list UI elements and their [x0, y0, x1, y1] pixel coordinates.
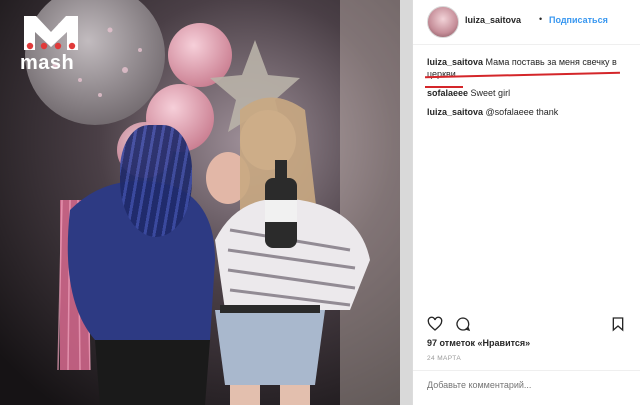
- logo-m-icon: [24, 16, 78, 50]
- comment-icon[interactable]: [455, 316, 471, 332]
- bookmark-icon[interactable]: [610, 316, 626, 332]
- comment-item: sofalaeee Sweet girl: [427, 87, 632, 99]
- mash-logo: mash: [20, 10, 82, 74]
- likes-count[interactable]: 97 отметок «Нравится»: [427, 338, 530, 348]
- post-side-panel: luiza_saitova • Подписаться luiza_saitov…: [412, 0, 640, 405]
- comment-author[interactable]: luiza_saitova: [427, 107, 483, 117]
- comment-author[interactable]: luiza_saitova: [427, 57, 483, 67]
- comments-list: luiza_saitova Мама поставь за меня свечк…: [427, 56, 632, 125]
- divider: [413, 370, 640, 371]
- add-comment-input[interactable]: [427, 380, 627, 390]
- username-link[interactable]: luiza_saitova: [465, 15, 521, 25]
- separator-dot: •: [539, 14, 543, 24]
- comment-item: luiza_saitova @sofalaeee thank: [427, 106, 632, 118]
- comment-text: Sweet girl: [470, 88, 511, 98]
- denim-shorts: [215, 310, 325, 385]
- heart-icon[interactable]: [427, 316, 443, 332]
- post-date: 24 МАРТА: [427, 355, 462, 362]
- comment-author[interactable]: sofalaeee: [427, 88, 468, 98]
- red-underline: [425, 86, 463, 88]
- avatar[interactable]: [427, 6, 459, 38]
- face-blur: [120, 125, 192, 237]
- post-header: luiza_saitova • Подписаться: [413, 0, 640, 45]
- comment-text: @sofalaeee thank: [485, 107, 559, 117]
- logo-text: mash: [20, 52, 75, 74]
- follow-button[interactable]: Подписаться: [549, 15, 608, 25]
- post-photo: mash: [0, 0, 412, 405]
